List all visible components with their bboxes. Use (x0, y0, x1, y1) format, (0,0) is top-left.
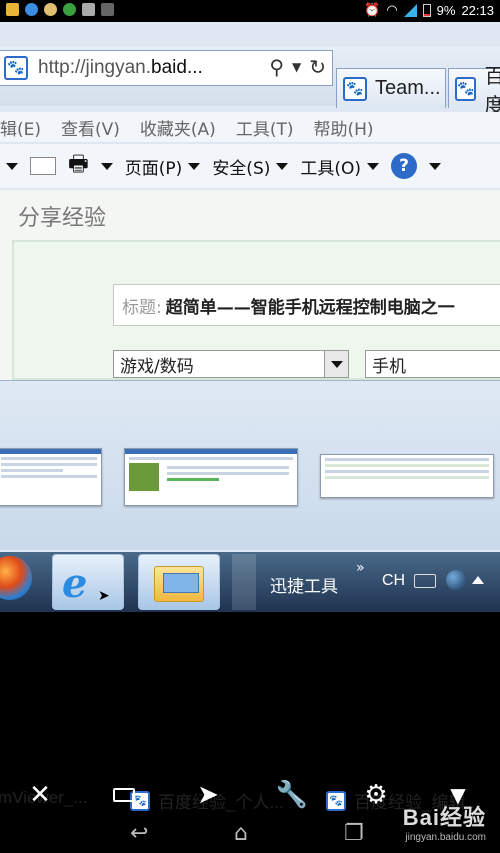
watermark-brand: Bai经验 (402, 805, 486, 830)
chevron-down-icon[interactable] (324, 351, 348, 377)
feeds-dropdown[interactable] (0, 162, 18, 170)
tab-label: Team... (375, 77, 441, 99)
status-bar: ⏰ ◠ 9% 22:13 (0, 0, 500, 22)
keyboard-tray-icon[interactable] (414, 574, 436, 588)
title-field-value: 超简单——智能手机远程控制电脑之一 (165, 297, 455, 318)
paw-favicon-icon: 🐾 (455, 76, 477, 101)
address-bar[interactable]: 🐾 http://jingyan.baid... ⚲ ▼ ↻ (0, 50, 333, 86)
chat-notification-icon (25, 3, 38, 16)
signal-icon (403, 3, 417, 17)
mail-icon[interactable] (30, 157, 56, 175)
safety-menu[interactable]: 安全(S) (212, 154, 289, 179)
wrench-icon[interactable]: 🔧 (272, 775, 312, 815)
thumbnail-teamviewer[interactable] (0, 448, 102, 506)
dropdown-icon[interactable]: ▼ (292, 55, 301, 79)
xbox-notification-icon (63, 3, 76, 16)
home-icon[interactable]: ⌂ (234, 821, 248, 846)
mouse-cursor-icon: ➤ (98, 588, 110, 604)
paw-favicon-icon: 🐾 (343, 76, 367, 101)
taskbar-scroll[interactable] (232, 554, 256, 610)
thumbnail-baidu-edit[interactable] (320, 454, 494, 498)
print-icon[interactable]: 🖶 (68, 147, 89, 185)
chevron-right-icon[interactable]: » (356, 560, 365, 576)
keyboard-icon[interactable] (104, 775, 144, 815)
search-icon[interactable]: ⚲ (269, 55, 284, 79)
image-notification-icon (6, 3, 19, 16)
notification-icons (6, 3, 114, 16)
language-indicator[interactable]: CH (382, 572, 405, 590)
pointer-icon[interactable]: ➤ (188, 775, 228, 815)
page-title: 分享经验 (18, 206, 107, 231)
subcategory-select[interactable]: 手机 (365, 350, 500, 378)
face-notification-icon (44, 3, 57, 16)
help-dropdown[interactable] (429, 162, 442, 170)
gear-icon[interactable]: ⚙ (356, 775, 396, 815)
battery-icon (422, 3, 431, 17)
menu-bar: 辑(E) 查看(V) 收藏夹(A) 工具(T) 帮助(H) (0, 112, 500, 142)
page-menu[interactable]: 页面(P) (125, 154, 201, 179)
tab-baidu[interactable]: 🐾 百度 (448, 66, 500, 117)
watermark: Bai经验 jingyan.baidu.com (403, 800, 486, 843)
close-icon[interactable]: ✕ (20, 775, 60, 815)
show-hidden-icons-icon[interactable] (472, 576, 484, 584)
folder-icon (154, 566, 204, 602)
menu-view[interactable]: 查看(V) (61, 115, 120, 140)
title-field-label: 标题: (122, 297, 162, 318)
back-icon[interactable]: ↩ (130, 821, 148, 846)
title-field[interactable]: 标题: 超简单——智能手机远程控制电脑之一 (113, 284, 500, 326)
category-select-value: 游戏/数码 (120, 356, 194, 377)
wifi-icon: ◠ (386, 2, 398, 17)
thumbnail-baidu-personal[interactable] (124, 448, 298, 506)
tab-label: 百度 (484, 65, 500, 117)
subcategory-select-value: 手机 (372, 356, 406, 377)
paw-favicon-icon: 🐾 (4, 56, 28, 80)
alarm-icon: ⏰ (364, 2, 381, 17)
tab-teamviewer[interactable]: 🐾 Team... (336, 68, 446, 108)
battery-percent: 9% (436, 2, 456, 18)
url-text: http://jingyan.baid... (38, 57, 203, 78)
watermark-site: jingyan.baidu.com (405, 832, 486, 843)
usb-notification-icon (101, 3, 114, 16)
shield-notification-icon (82, 3, 95, 16)
help-icon[interactable]: ? (391, 153, 418, 179)
print-dropdown[interactable] (100, 162, 113, 170)
toolbar-name[interactable]: 迅捷工具 (270, 572, 338, 597)
category-select[interactable]: 游戏/数码 (113, 350, 349, 378)
menu-favorites[interactable]: 收藏夹(A) (140, 115, 216, 140)
tools-menu[interactable]: 工具(O) (300, 154, 380, 179)
menu-tools[interactable]: 工具(T) (236, 115, 294, 140)
menu-help[interactable]: 帮助(H) (313, 115, 373, 140)
ie-icon: e (62, 560, 88, 607)
command-bar: 🖶 页面(P) 安全(S) 工具(O) ? (0, 144, 500, 188)
recents-icon[interactable]: ❐ (344, 821, 364, 846)
menu-edit[interactable]: 辑(E) (0, 115, 41, 140)
refresh-icon[interactable]: ↻ (309, 55, 326, 79)
globe-icon[interactable] (446, 570, 466, 590)
clock: 22:13 (461, 2, 494, 18)
